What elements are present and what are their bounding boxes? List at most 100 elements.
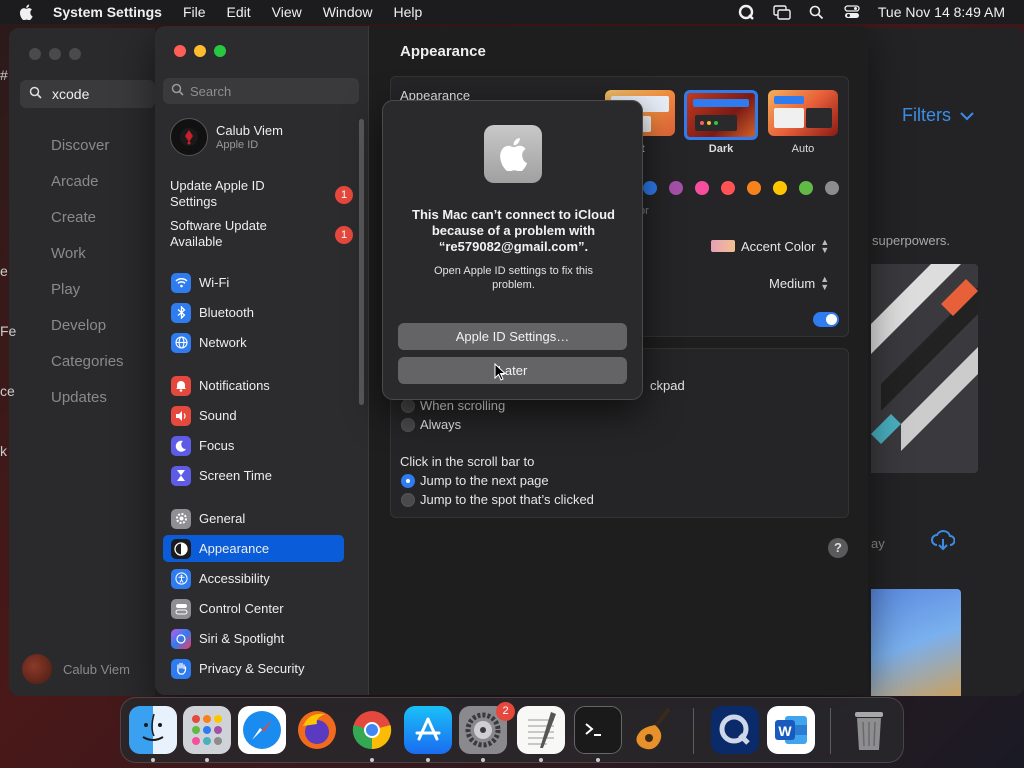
- apple-id-account[interactable]: Calub Viem Apple ID: [170, 118, 283, 156]
- word-icon[interactable]: W: [767, 706, 815, 754]
- menu-clock[interactable]: Tue Nov 14 8:49 AM: [878, 4, 1005, 20]
- apple-id-settings-button[interactable]: Apple ID Settings…: [398, 323, 627, 350]
- textedit-icon[interactable]: [517, 706, 565, 754]
- minimize-window-button[interactable]: [49, 48, 61, 60]
- app-store-search-input[interactable]: xcode: [20, 80, 155, 108]
- close-button[interactable]: [174, 45, 186, 57]
- firefox-icon[interactable]: [293, 706, 341, 754]
- theme-auto-thumbnail[interactable]: [768, 90, 838, 136]
- zoom-window-button[interactable]: [69, 48, 81, 60]
- menu-help[interactable]: Help: [394, 4, 423, 20]
- nav-categories[interactable]: Categories: [51, 353, 124, 370]
- sidebar-item-general[interactable]: General: [163, 505, 344, 532]
- accent-swatch-blue[interactable]: [643, 181, 657, 195]
- nav-work[interactable]: Work: [51, 245, 86, 262]
- sidebar-item-notifications[interactable]: Notifications: [163, 372, 344, 399]
- option-jump-to-spot: Jump to the spot that’s clicked: [420, 492, 594, 507]
- minimize-button[interactable]: [194, 45, 206, 57]
- radio-always[interactable]: [401, 418, 415, 432]
- sidebar-item-label: General: [199, 511, 246, 526]
- close-window-button[interactable]: [29, 48, 41, 60]
- nav-develop[interactable]: Develop: [51, 317, 106, 334]
- radio-when-scrolling[interactable]: [401, 399, 415, 413]
- accent-swatch-pink[interactable]: [695, 181, 709, 195]
- nav-arcade[interactable]: Arcade: [51, 173, 99, 190]
- screen-mirror-icon[interactable]: [773, 4, 791, 20]
- sidebar-item-privacy-security[interactable]: Privacy & Security: [163, 655, 344, 682]
- sidebar-icon-size-popup[interactable]: Medium ▲ ▼: [769, 274, 830, 292]
- featured-artwork[interactable]: [871, 264, 978, 473]
- menu-bar: System Settings File Edit View Window He…: [0, 0, 1024, 24]
- control-center-icon[interactable]: [843, 4, 861, 20]
- sidebar-item-siri-spotlight[interactable]: Siri & Spotlight: [163, 625, 344, 652]
- sidebar-item-appearance[interactable]: Appearance: [163, 535, 344, 562]
- sidebar-scrollbar[interactable]: [359, 119, 364, 405]
- chevron-updown-icon: ▲ ▼: [820, 274, 830, 292]
- running-indicator: [596, 758, 600, 762]
- update-apple-id-settings[interactable]: Update Apple ID Settings 1: [170, 178, 360, 210]
- edge-letter: k: [0, 443, 7, 459]
- menu-app-name[interactable]: System Settings: [53, 4, 162, 20]
- menu-file[interactable]: File: [183, 4, 206, 20]
- chrome-icon[interactable]: [348, 706, 396, 754]
- accent-swatch-purple[interactable]: [669, 181, 683, 195]
- hand-icon: [171, 658, 191, 679]
- settings-sidebar: Search Calub Viem Apple ID Update Apple …: [155, 26, 369, 695]
- cloud-download-icon[interactable]: [931, 529, 956, 556]
- option-always: Always: [420, 417, 462, 432]
- settings-search-input[interactable]: Search: [163, 78, 359, 104]
- zoom-button[interactable]: [214, 45, 226, 57]
- menu-window[interactable]: Window: [323, 4, 373, 20]
- app-store-icon[interactable]: [404, 706, 452, 754]
- sidebar-item-sound[interactable]: Sound: [163, 402, 344, 429]
- account-name: Calub Viem: [63, 661, 130, 677]
- sidebar-item-network[interactable]: Network: [163, 329, 344, 356]
- garageband-icon[interactable]: [629, 706, 677, 754]
- nav-play[interactable]: Play: [51, 281, 80, 298]
- apple-icon[interactable]: [19, 4, 33, 20]
- sidebar-item-screen-time[interactable]: Screen Time: [163, 462, 344, 489]
- radio-jump-to-spot[interactable]: [401, 493, 415, 507]
- update-label: Update Apple ID: [170, 178, 265, 193]
- nav-create[interactable]: Create: [51, 209, 96, 226]
- sidebar-item-accessibility[interactable]: Accessibility: [163, 565, 344, 592]
- spotlight-search-icon[interactable]: [808, 4, 826, 20]
- accent-swatch-green[interactable]: [799, 181, 813, 195]
- alert-title: This Mac can’t connect to iCloud because…: [412, 207, 615, 254]
- accent-swatch-orange[interactable]: [747, 181, 761, 195]
- menu-edit[interactable]: Edit: [227, 4, 251, 20]
- nav-discover[interactable]: Discover: [51, 137, 109, 154]
- highlight-color-popup[interactable]: Accent Color ▲ ▼: [711, 238, 829, 255]
- filters-button[interactable]: Filters: [902, 105, 975, 126]
- edge-letter: ce: [0, 383, 15, 399]
- app-artwork[interactable]: [871, 589, 961, 696]
- terminal-icon[interactable]: [574, 706, 622, 754]
- theme-dark-thumbnail[interactable]: [684, 90, 758, 140]
- option-jump-next-page: Jump to the next page: [420, 473, 549, 488]
- icloud-alert-dialog: This Mac can’t connect to iCloud because…: [382, 100, 643, 400]
- quicktime-icon[interactable]: [738, 4, 756, 20]
- sidebar-item-control-center[interactable]: Control Center: [163, 595, 344, 622]
- launchpad-icon[interactable]: [183, 706, 231, 754]
- trash-icon[interactable]: [845, 706, 893, 754]
- menu-view[interactable]: View: [272, 4, 302, 20]
- help-button[interactable]: ?: [828, 538, 848, 558]
- mouse-cursor-icon: [494, 363, 506, 381]
- finder-icon[interactable]: [129, 706, 177, 754]
- dock: 2 W: [120, 697, 904, 763]
- accent-swatch-graphite[interactable]: [825, 181, 839, 195]
- nav-updates[interactable]: Updates: [51, 389, 107, 406]
- software-update-available[interactable]: Software Update Available 1: [170, 218, 360, 250]
- accent-swatch-yellow[interactable]: [773, 181, 787, 195]
- notification-badge: 1: [335, 226, 353, 244]
- safari-icon[interactable]: [238, 706, 286, 754]
- app-store-account[interactable]: Calub Viem: [22, 654, 130, 684]
- sidebar-item-wifi[interactable]: Wi-Fi: [163, 269, 344, 296]
- later-button[interactable]: Later: [398, 357, 627, 384]
- quicktime-icon[interactable]: [711, 706, 759, 754]
- sidebar-item-focus[interactable]: Focus: [163, 432, 344, 459]
- accent-swatch-red[interactable]: [721, 181, 735, 195]
- wallpaper-tinting-toggle[interactable]: [813, 312, 839, 327]
- sidebar-item-bluetooth[interactable]: Bluetooth: [163, 299, 344, 326]
- radio-jump-next-page[interactable]: [401, 474, 415, 488]
